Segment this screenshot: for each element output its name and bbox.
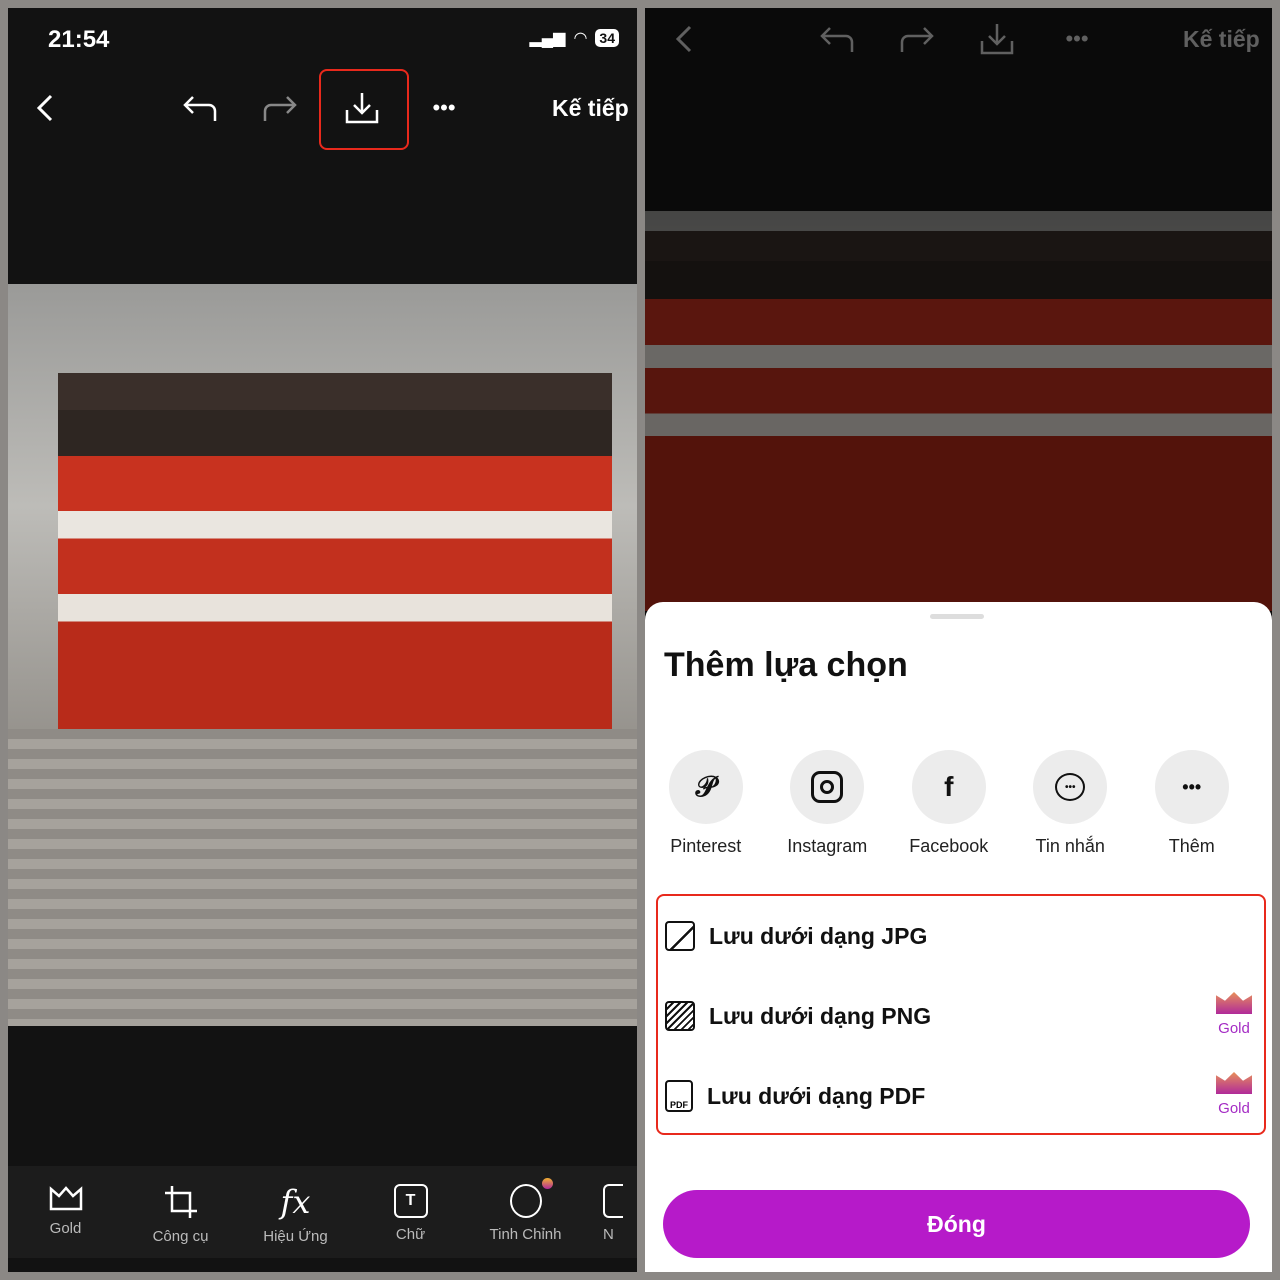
tool-gold[interactable]: Gold: [8, 1166, 123, 1258]
pinterest-icon: 𝒫: [668, 750, 743, 824]
battery-icon: 34: [595, 29, 619, 47]
save-options-screen: ••• Kế tiếp Thêm lựa chọn 𝒫 Pinterest Ins…: [645, 8, 1272, 1272]
crown-icon: [49, 1186, 82, 1211]
tool-more[interactable]: N: [583, 1166, 623, 1258]
status-time: 21:54: [48, 26, 110, 53]
next-button: Kế tiếp: [1183, 25, 1260, 52]
share-messages[interactable]: ••• Tin nhắn: [1010, 750, 1132, 857]
instagram-icon: [790, 750, 865, 824]
save-options-sheet: Thêm lựa chọn 𝒫 Pinterest Instagram f Face…: [645, 602, 1272, 1272]
tool-effects[interactable]: fx Hiệu Ứng: [238, 1166, 353, 1258]
fx-icon: fx: [280, 1183, 311, 1221]
editor-screen: 21:54 ▂▄▆ ◠ 34 ••• Kế tiếp Gold Công cụ fx…: [8, 8, 637, 1272]
undo-icon[interactable]: [180, 88, 220, 128]
more-tool-icon: [603, 1184, 623, 1218]
share-more[interactable]: ••• Thêm: [1131, 750, 1253, 857]
more-icon: •••: [1065, 26, 1089, 51]
undo-icon: [817, 19, 857, 59]
status-bar: 21:54 ▂▄▆ ◠ 34: [8, 8, 637, 73]
close-button[interactable]: Đóng: [663, 1190, 1250, 1258]
photo-canvas: [8, 284, 637, 1026]
text-icon: T: [393, 1184, 428, 1218]
redo-icon: [897, 19, 937, 59]
photo-canvas: [645, 211, 1272, 611]
sheet-title: Thêm lựa chọn: [664, 646, 908, 684]
signal-icon: ▂▄▆: [529, 30, 566, 47]
redo-icon[interactable]: [260, 88, 300, 128]
wifi-icon: ◠: [573, 30, 588, 47]
retouch-icon: [509, 1184, 542, 1218]
more-icon: •••: [1154, 750, 1229, 824]
tool-text[interactable]: T Chữ: [353, 1166, 468, 1258]
share-facebook[interactable]: f Facebook: [888, 750, 1010, 857]
tool-tools[interactable]: Công cụ: [123, 1166, 238, 1258]
message-icon: •••: [1033, 750, 1108, 824]
sheet-grabber[interactable]: [930, 614, 984, 619]
share-pinterest[interactable]: 𝒫 Pinterest: [645, 750, 767, 857]
facebook-icon: f: [911, 750, 986, 824]
save-options-highlight: [656, 894, 1266, 1135]
download-highlight: [319, 69, 409, 150]
download-icon: [977, 19, 1017, 59]
back-icon: [665, 19, 705, 59]
bottom-toolbar: Gold Công cụ fx Hiệu Ứng T Chữ Tinh Chỉnh …: [8, 1166, 637, 1258]
tool-retouch[interactable]: Tinh Chỉnh: [468, 1166, 583, 1258]
back-icon[interactable]: [26, 88, 66, 128]
new-badge: [542, 1178, 553, 1189]
crop-icon: [164, 1186, 197, 1218]
more-icon[interactable]: •••: [424, 88, 464, 128]
share-instagram[interactable]: Instagram: [767, 750, 889, 857]
next-button[interactable]: Kế tiếp: [552, 95, 629, 122]
